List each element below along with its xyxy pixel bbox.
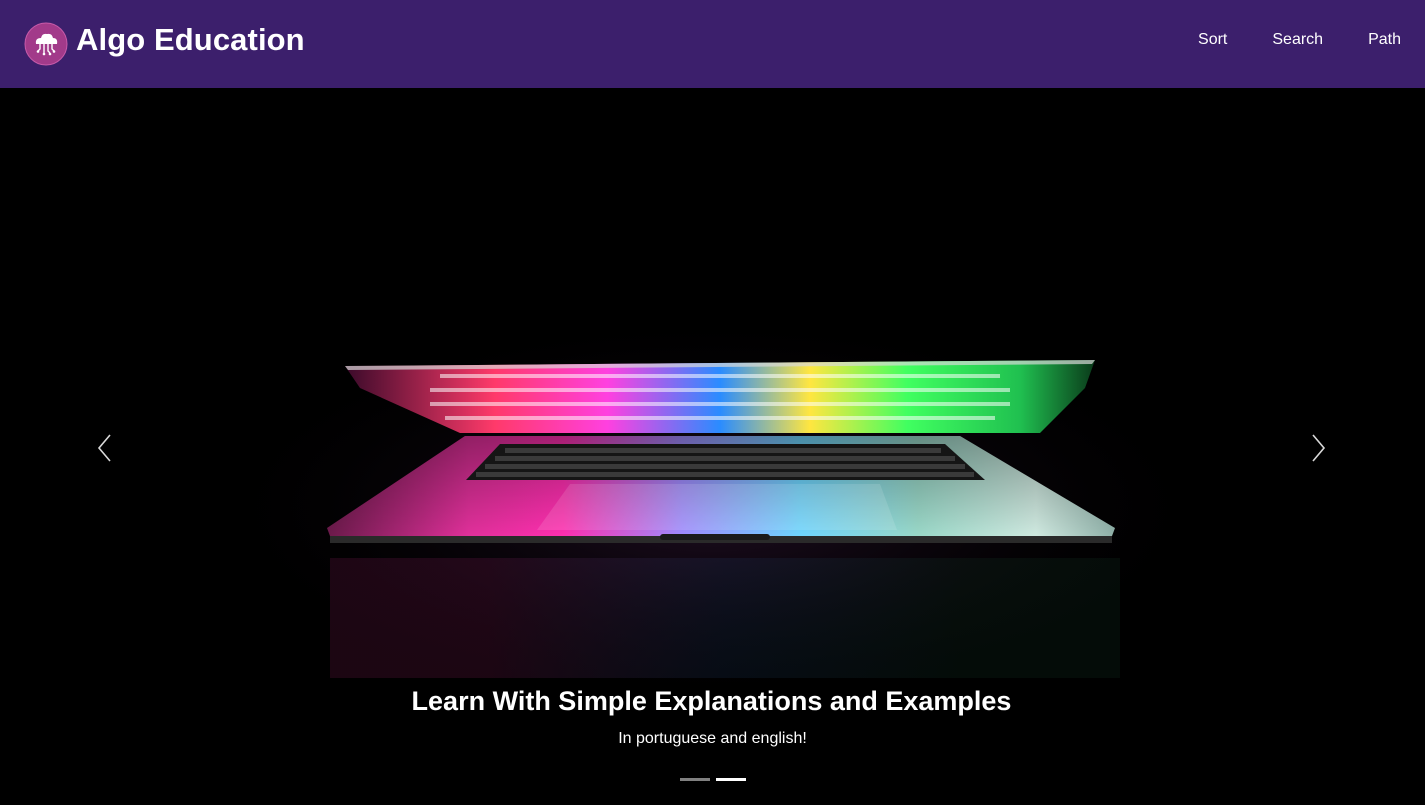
- chevron-right-icon: [1312, 434, 1326, 462]
- nav-links: Sort Search Path: [1153, 0, 1401, 84]
- nav-item-path[interactable]: Path: [1368, 31, 1401, 49]
- navbar: Algo Education Sort Search Path: [0, 0, 1425, 88]
- nav-item-sort[interactable]: Sort: [1198, 31, 1227, 49]
- carousel-indicator-1[interactable]: [679, 778, 710, 781]
- carousel-prev-button[interactable]: [85, 428, 125, 468]
- carousel-next-button[interactable]: [1298, 428, 1338, 468]
- slide-subtitle: In portuguese and english!: [618, 730, 807, 747]
- hero-carousel: Learn With Simple Explanations and Examp…: [0, 88, 1425, 805]
- nav-item-search[interactable]: Search: [1272, 31, 1323, 49]
- carousel-indicators: [0, 778, 1425, 781]
- cloud-circuit-icon: [24, 22, 68, 66]
- carousel-indicator-2[interactable]: [715, 778, 746, 781]
- slide-title: Learn With Simple Explanations and Examp…: [411, 686, 1012, 716]
- chevron-left-icon: [97, 434, 111, 462]
- brand-title[interactable]: Algo Education: [76, 22, 305, 58]
- brand[interactable]: Algo Education: [24, 0, 305, 88]
